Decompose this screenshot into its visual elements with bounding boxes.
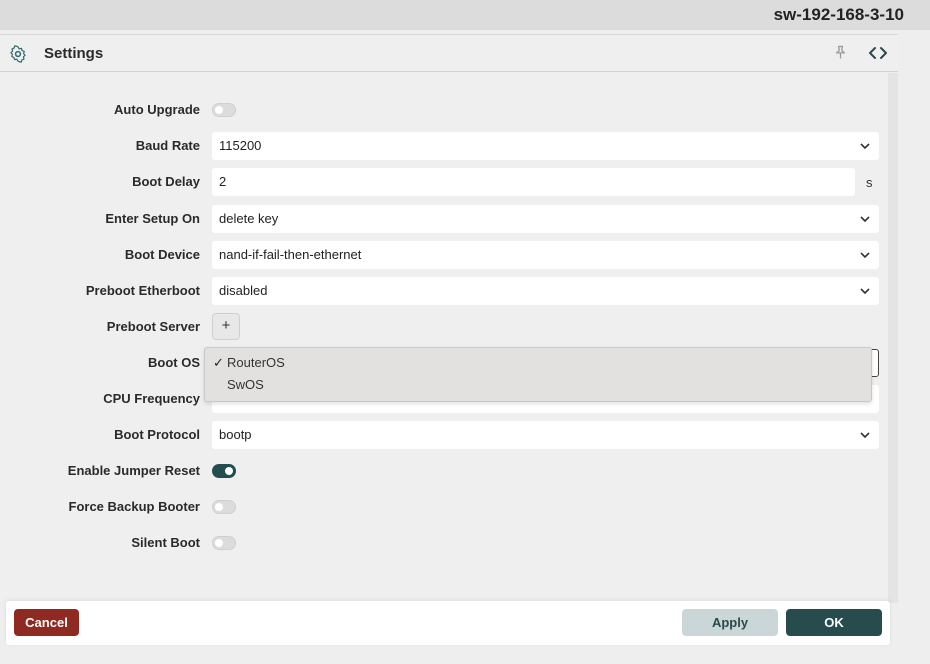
- panel-header: Settings: [0, 35, 898, 72]
- enable-jumper-reset-label: Enable Jumper Reset: [67, 463, 200, 478]
- boot-device-value: nand-if-fail-then-ethernet: [219, 247, 362, 262]
- hostname: sw-192-168-3-10: [773, 5, 904, 24]
- silent-boot-toggle[interactable]: [212, 536, 236, 550]
- boot-protocol-label: Boot Protocol: [114, 427, 200, 442]
- boot-device-select[interactable]: nand-if-fail-then-ethernet: [212, 241, 879, 269]
- boot-os-dropdown: ✓ RouterOS SwOS: [204, 347, 872, 402]
- toggle-knob: [215, 539, 223, 547]
- silent-boot-label: Silent Boot: [131, 535, 200, 550]
- baud-rate-value: 115200: [219, 138, 262, 153]
- boot-delay-field[interactable]: 2: [212, 168, 855, 196]
- force-backup-booter-toggle[interactable]: [212, 500, 236, 514]
- scrollbar[interactable]: [888, 73, 898, 603]
- preboot-etherboot-select[interactable]: disabled: [212, 277, 879, 305]
- add-preboot-server-button[interactable]: +: [212, 313, 240, 340]
- toggle-knob: [225, 467, 233, 475]
- code-icon[interactable]: [868, 45, 888, 61]
- boot-delay-unit: s: [866, 175, 873, 190]
- force-backup-booter-label: Force Backup Booter: [68, 499, 200, 514]
- auto-upgrade-toggle[interactable]: [212, 103, 236, 117]
- window-titlebar: sw-192-168-3-10: [0, 0, 930, 30]
- apply-button[interactable]: Apply: [682, 609, 778, 636]
- enter-setup-on-value: delete key: [219, 211, 279, 226]
- enable-jumper-reset-toggle[interactable]: [212, 464, 236, 478]
- enter-setup-on-select[interactable]: delete key: [212, 205, 879, 233]
- boot-device-label: Boot Device: [124, 247, 200, 262]
- boot-os-option-routeros[interactable]: RouterOS: [227, 355, 285, 370]
- chevron-down-icon: [860, 252, 870, 259]
- boot-os-option-swos[interactable]: SwOS: [227, 377, 264, 392]
- preboot-etherboot-label: Preboot Etherboot: [85, 283, 200, 298]
- auto-upgrade-label: Auto Upgrade: [114, 102, 200, 117]
- enter-setup-on-label: Enter Setup On: [105, 211, 200, 226]
- dialog-footer: Cancel Apply OK: [6, 601, 890, 645]
- boot-protocol-select[interactable]: bootp: [212, 421, 879, 449]
- toggle-knob: [215, 106, 223, 114]
- checkmark-icon: ✓: [213, 355, 224, 370]
- preboot-etherboot-value: disabled: [219, 283, 268, 298]
- pin-icon[interactable]: [833, 45, 848, 60]
- chevron-down-icon: [860, 432, 870, 439]
- boot-protocol-value: bootp: [219, 427, 252, 442]
- boot-delay-value: 2: [219, 174, 227, 189]
- baud-rate-label: Baud Rate: [135, 138, 200, 153]
- chevron-down-icon: [860, 216, 870, 223]
- settings-panel: Settings: [0, 34, 898, 603]
- panel-title: Settings: [44, 45, 104, 62]
- boot-os-label: Boot OS: [148, 355, 200, 370]
- cpu-frequency-label: CPU Frequency: [103, 391, 200, 406]
- chevron-down-icon: [860, 288, 870, 295]
- cancel-button[interactable]: Cancel: [14, 609, 79, 636]
- chevron-down-icon: [860, 143, 870, 150]
- gear-icon: [10, 45, 26, 63]
- toggle-knob: [215, 503, 223, 511]
- baud-rate-select[interactable]: 115200: [212, 132, 879, 160]
- preboot-server-label: Preboot Server: [106, 319, 200, 334]
- boot-delay-label: Boot Delay: [132, 174, 200, 189]
- ok-button[interactable]: OK: [786, 609, 882, 636]
